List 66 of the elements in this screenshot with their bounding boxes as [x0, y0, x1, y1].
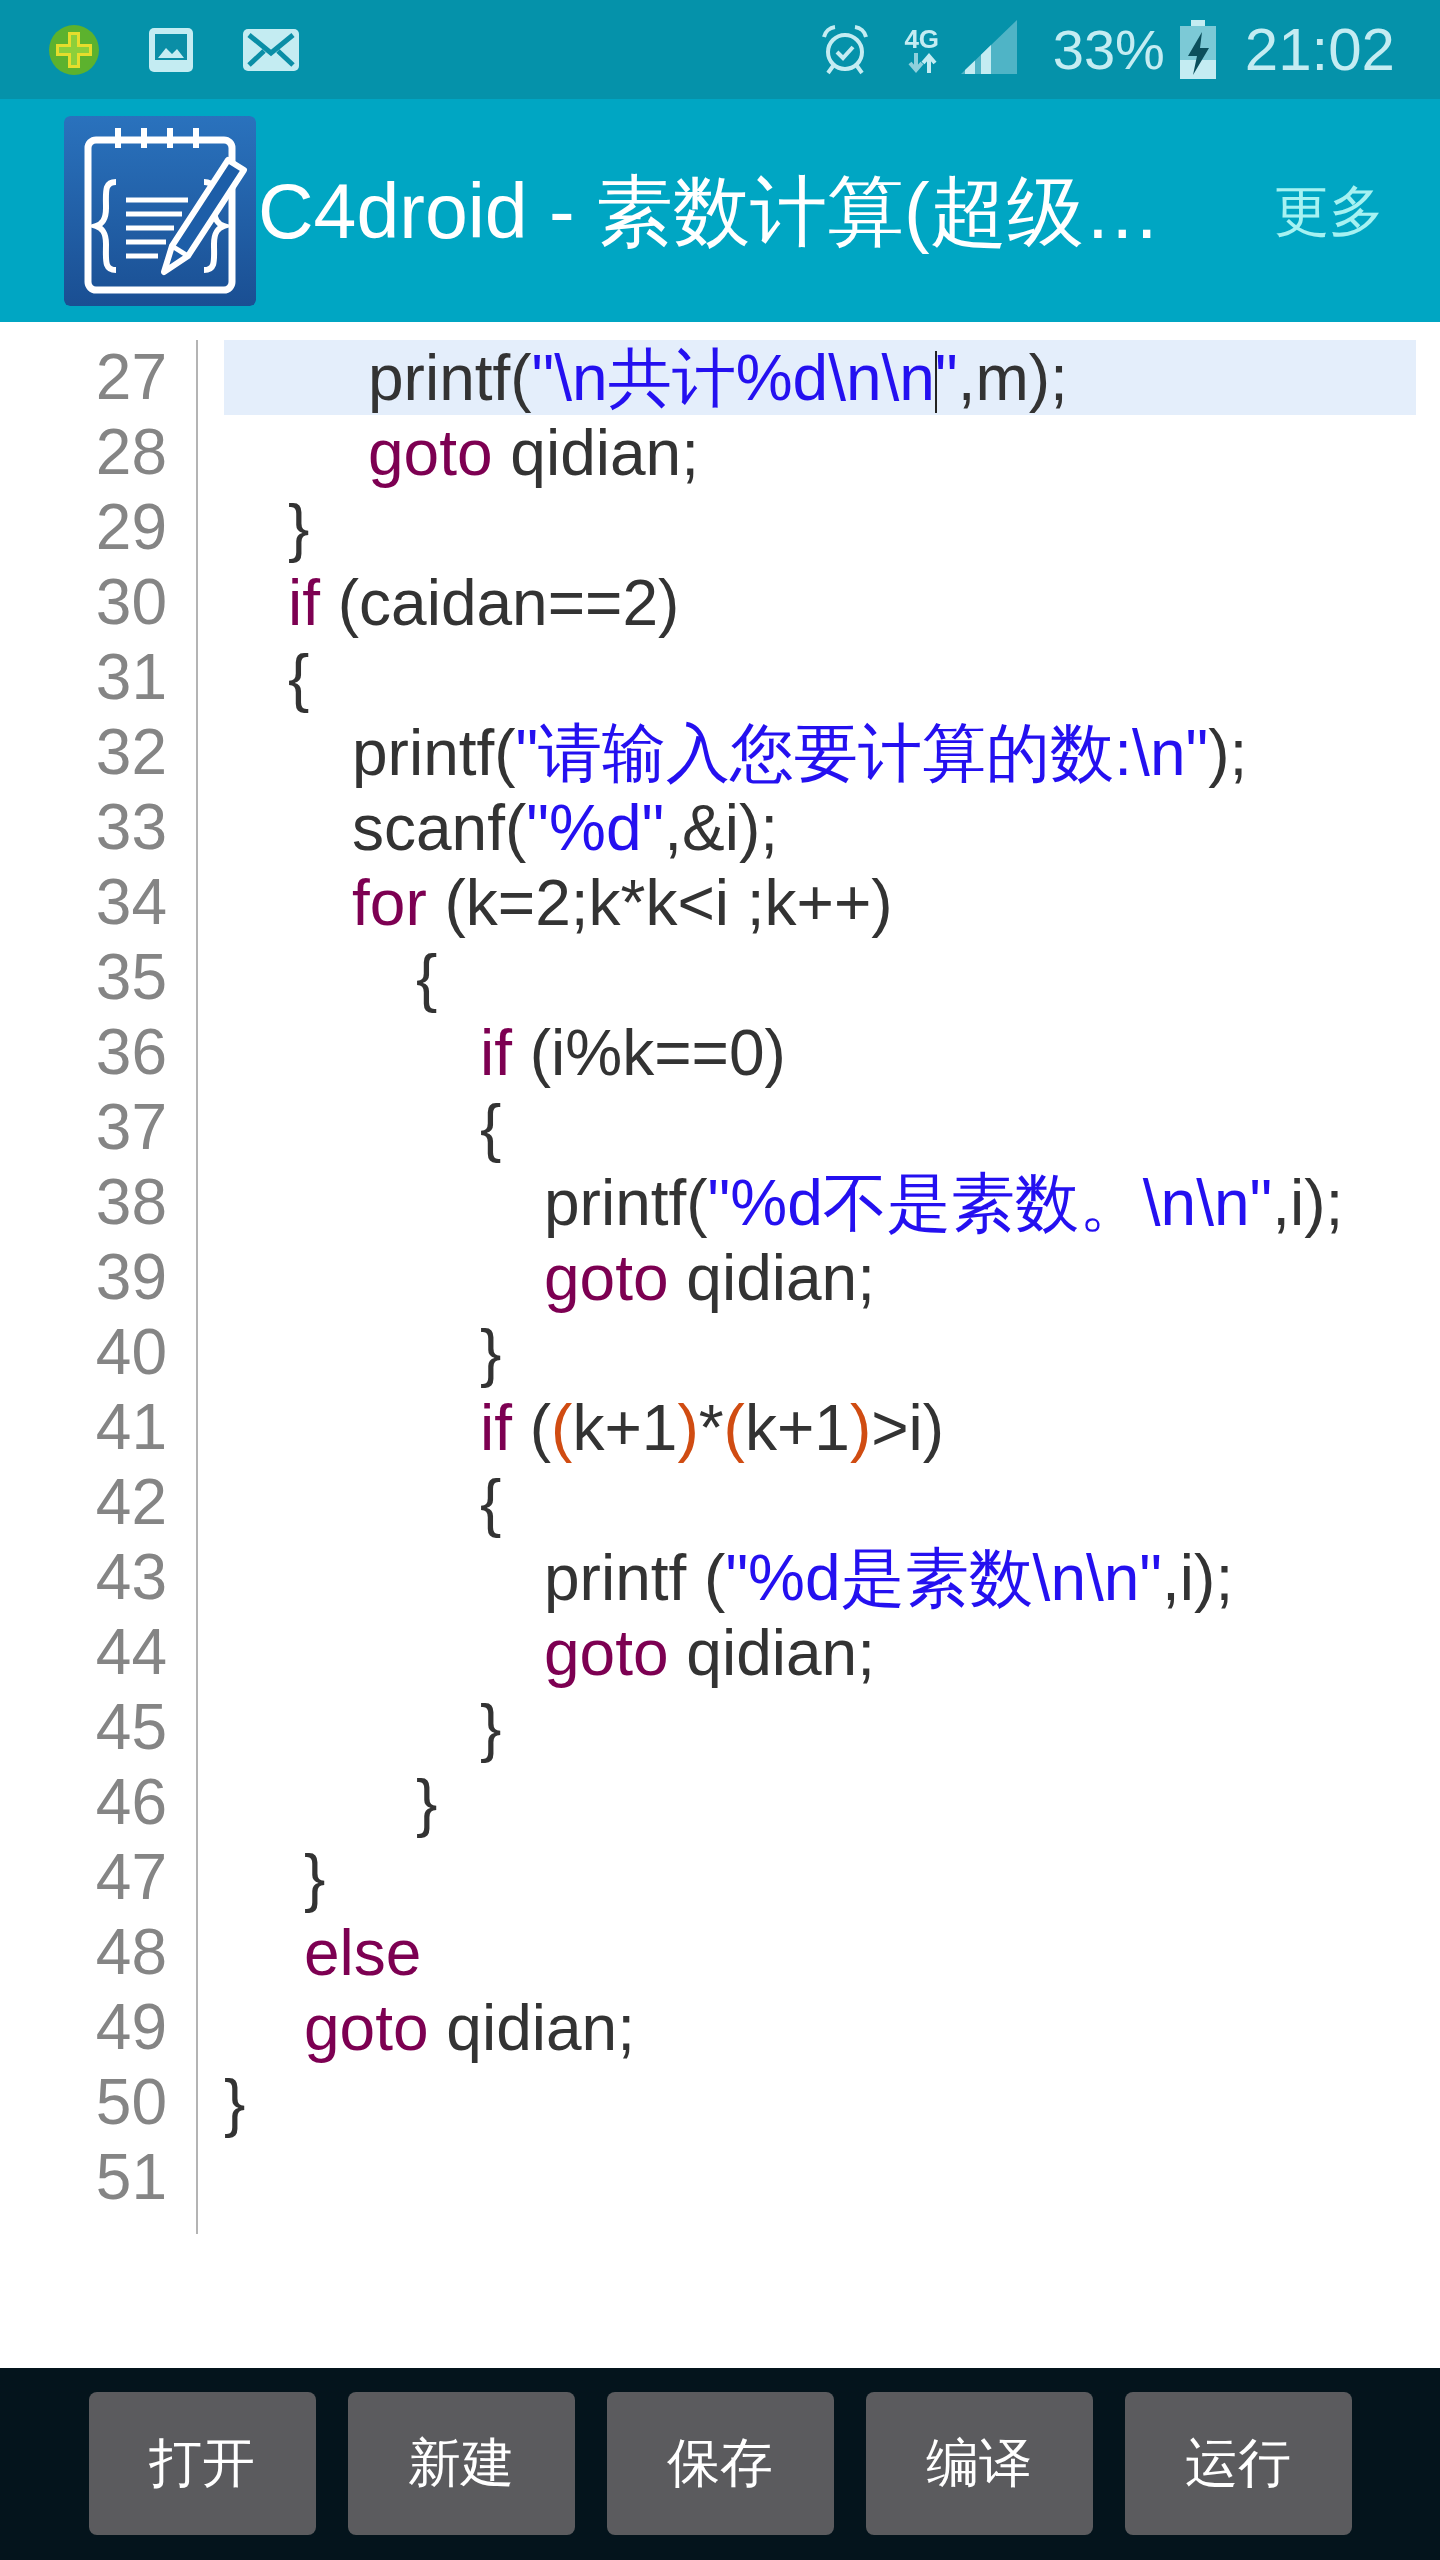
line-number: 48: [95, 1915, 167, 1990]
code-line: {: [416, 940, 438, 1015]
line-number: 35: [95, 940, 167, 1015]
code-line: {: [480, 1465, 502, 1540]
line-number: 40: [95, 1315, 167, 1390]
line-number: 45: [95, 1690, 167, 1765]
code-line: scanf("%d",&i);: [352, 790, 778, 865]
signal-icon: [960, 19, 1017, 74]
code-line: {: [288, 640, 310, 715]
code-line: }: [288, 490, 310, 565]
code-line: else: [304, 1915, 422, 1990]
mail-icon: [242, 27, 300, 72]
code-line: }: [304, 1840, 326, 1915]
line-number: 50: [95, 2065, 167, 2140]
line-number: 34: [95, 865, 167, 940]
code-line: }: [480, 1315, 502, 1390]
line-number: 27: [95, 340, 167, 415]
code-line: goto qidian;: [544, 1240, 875, 1315]
notepad-pencil-icon: [64, 115, 256, 306]
line-number: 29: [95, 490, 167, 565]
toolbar-button[interactable]: 新建: [347, 2392, 575, 2535]
line-number: 32: [95, 715, 167, 790]
line-number: 36: [95, 1015, 167, 1090]
line-number: 41: [95, 1390, 167, 1465]
code-line: {: [480, 1090, 502, 1165]
image-icon: [148, 26, 194, 73]
toolbar-button[interactable]: 保存: [606, 2392, 834, 2535]
network-type: 4G: [904, 25, 940, 52]
line-number: 28: [95, 415, 167, 490]
code-line: for (k=2;k*k<i ;k++): [352, 865, 893, 940]
line-number: 51: [95, 2140, 167, 2215]
line-number: 49: [95, 1990, 167, 2065]
code-line: printf("\n共计%d\n\n",m);: [368, 340, 1068, 415]
app-title: C4droid - 素数计算(超级…: [258, 166, 1161, 256]
line-number: 46: [95, 1765, 167, 1840]
code-line: }: [480, 1690, 502, 1765]
code-line: goto qidian;: [544, 1615, 875, 1690]
toolbar-button[interactable]: 运行: [1124, 2392, 1352, 2535]
code-line: if (i%k==0): [480, 1015, 786, 1090]
code-line: printf("请输入您要计算的数:\n");: [352, 715, 1248, 790]
code-line: }: [224, 2065, 246, 2140]
battery-percentage: 33%: [1052, 17, 1165, 82]
line-number: 47: [95, 1840, 167, 1915]
code-line: if ((k+1)*(k+1)>i): [480, 1390, 945, 1465]
data-arrows-icon: [906, 51, 937, 74]
code-line: if (caidan==2): [288, 565, 680, 640]
code-line: goto qidian;: [304, 1990, 635, 2065]
toolbar-button[interactable]: 编译: [865, 2392, 1093, 2535]
line-number: 30: [95, 565, 167, 640]
clock: 21:02: [1244, 15, 1395, 84]
plus-circle-icon: [48, 23, 100, 76]
line-number: 44: [95, 1615, 167, 1690]
alarm-clock-icon: [820, 23, 869, 76]
line-number: 31: [95, 640, 167, 715]
code-line: printf("%d不是素数。\n\n",i);: [544, 1165, 1344, 1240]
battery-charging-icon: [1178, 19, 1217, 80]
code-line: goto qidian;: [368, 415, 699, 490]
toolbar-button[interactable]: 打开: [88, 2392, 316, 2535]
line-number: 39: [95, 1240, 167, 1315]
line-number: 42: [95, 1465, 167, 1540]
code-line: printf ("%d是素数\n\n",i);: [544, 1540, 1234, 1615]
line-number: 43: [95, 1540, 167, 1615]
line-number: 33: [95, 790, 167, 865]
line-number: 37: [95, 1090, 167, 1165]
line-number: 38: [95, 1165, 167, 1240]
code-line: }: [416, 1765, 438, 1840]
